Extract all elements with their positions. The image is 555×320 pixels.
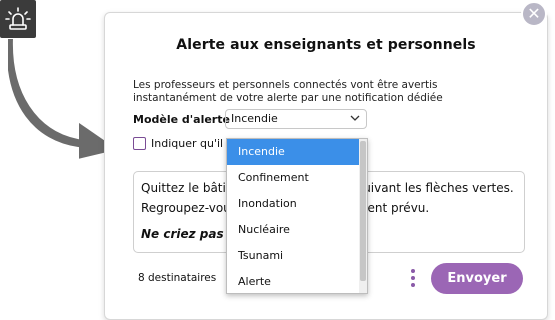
recipients-count[interactable]: 8 destinataires [138,272,216,284]
message-line1-start: Quittez le bâtim [141,181,238,195]
alert-model-label: Modèle d'alerte [133,113,230,126]
chevron-down-icon [350,113,360,126]
description-line: instantanément de votre alerte par une n… [133,92,443,104]
dropdown-option[interactable]: Nucléaire [227,217,359,243]
scrollbar-thumb[interactable] [360,141,366,281]
dialog-title: Alerte aux enseignants et personnels [176,37,476,53]
close-icon[interactable]: ✕ [521,1,547,27]
dialog-description: Les professeurs et personnels connectés … [133,79,533,105]
message-line1-end: uivant les flèches vertes. [363,181,514,195]
dropdown-option[interactable]: Inondation [227,191,359,217]
checkbox-label: Indiquer qu'il [151,137,224,150]
alert-model-dropdown[interactable]: Incendie Confinement Inondation Nucléaire Ts… [226,138,368,294]
description-line: Les professeurs et personnels connectés … [133,79,438,91]
alert-model-select[interactable]: Incendie [225,109,367,129]
indicate-checkbox[interactable] [133,137,146,150]
dropdown-scrollbar[interactable] [359,139,367,293]
dropdown-option[interactable]: Incendie [227,139,359,165]
dropdown-option[interactable]: Tsunami [227,243,359,269]
selected-model-value: Incendie [231,112,278,125]
kebab-menu-icon[interactable] [411,269,415,287]
dropdown-option[interactable]: Confinement [227,165,359,191]
send-button[interactable]: Envoyer [431,263,523,294]
dropdown-option[interactable]: Alerte [227,269,359,295]
message-line2-start: Regroupez-vou [141,201,231,215]
indicate-checkbox-row[interactable]: Indiquer qu'il [133,137,223,150]
alarm-siren-icon[interactable] [0,0,36,38]
